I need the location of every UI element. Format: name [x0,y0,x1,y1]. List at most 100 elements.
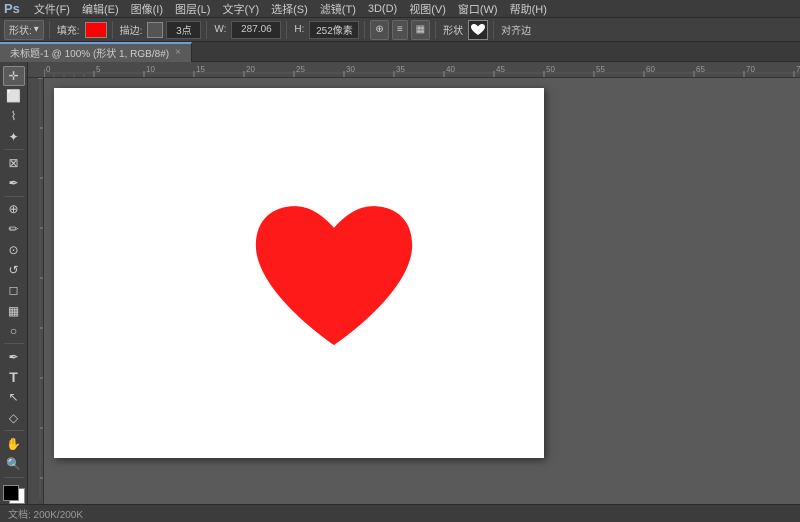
shape-label: 形状 [441,22,465,37]
status-bar: 文档: 200K/200K [0,504,800,522]
separator [49,21,50,39]
document-tab[interactable]: 未标题-1 @ 100% (形状 1, RGB/8#) × [0,42,192,62]
canvas-container [44,78,800,504]
menu-3d[interactable]: 3D(D) [362,2,403,16]
heart-shape-icon [470,23,486,37]
menu-file[interactable]: 文件(F) [28,0,76,18]
svg-text:65: 65 [696,65,705,74]
menu-text[interactable]: 文字(Y) [216,0,265,18]
tool-separator [4,149,24,150]
hand-tool[interactable]: ✋ [3,434,25,453]
main-area: ✛ ⬜ ⌇ ✦ ⊠ ✒ ⊕ ✏ ⊙ ↺ ◻ ▦ ○ ✒ T ↖ ◇ ✋ 🔍 [0,62,800,504]
shape-selector-btn[interactable] [468,20,488,40]
svg-text:75: 75 [796,65,800,74]
height-label: H: [292,24,306,35]
align-edge-label: 对齐边 [499,22,533,37]
shape-tool-btn[interactable]: 形状: ▾ [4,20,44,40]
fill-label: 填充: [55,22,82,37]
svg-text:70: 70 [746,65,755,74]
select-rect-tool[interactable]: ⬜ [3,87,25,106]
heart-svg [247,197,422,362]
tool-separator [4,343,24,344]
svg-text:20: 20 [246,65,255,74]
eyedropper-tool[interactable]: ✒ [3,173,25,192]
menu-help[interactable]: 帮助(H) [504,0,553,18]
separator [493,21,494,39]
height-input[interactable] [309,21,359,39]
svg-text:40: 40 [446,65,455,74]
zoom-tool[interactable]: 🔍 [3,455,25,474]
ruler-top: 0 5 10 15 20 25 30 35 40 [28,62,800,78]
color-picker[interactable] [3,485,25,504]
clone-tool[interactable]: ⊙ [3,240,25,259]
tool-separator [4,477,24,478]
menu-view[interactable]: 视图(V) [403,0,452,18]
menu-edit[interactable]: 编辑(E) [76,0,125,18]
svg-text:25: 25 [296,65,305,74]
menu-select[interactable]: 选择(S) [265,0,314,18]
separator [206,21,207,39]
stroke-color-swatch[interactable] [147,22,163,38]
gradient-tool[interactable]: ▦ [3,301,25,320]
separator [435,21,436,39]
menu-window[interactable]: 窗口(W) [452,0,504,18]
menu-filter[interactable]: 滤镜(T) [314,0,362,18]
canvas-scroll [28,78,800,504]
text-tool[interactable]: T [3,368,25,387]
tab-close-btn[interactable]: × [175,47,181,58]
align-btn[interactable]: ≡ [392,20,408,40]
separator [112,21,113,39]
tab-bar: 未标题-1 @ 100% (形状 1, RGB/8#) × [0,42,800,62]
svg-text:35: 35 [396,65,405,74]
foreground-color[interactable] [3,485,19,501]
crop-tool[interactable]: ⊠ [3,153,25,172]
document-canvas[interactable] [54,88,544,458]
fill-color-swatch[interactable] [85,22,107,38]
svg-text:50: 50 [546,65,555,74]
tool-separator [4,430,24,431]
ruler-left [28,78,44,504]
menu-layer[interactable]: 图层(L) [169,0,216,18]
shape-tool-label: 形状: [9,22,32,37]
quick-select-tool[interactable]: ✦ [3,127,25,146]
move-tool[interactable]: ✛ [3,66,25,86]
canvas-area: 0 5 10 15 20 25 30 35 40 [28,62,800,504]
separator [286,21,287,39]
stroke-label: 描边: [118,22,145,37]
dodge-tool[interactable]: ○ [3,321,25,340]
menu-bar: Ps 文件(F) 编辑(E) 图像(I) 图层(L) 文字(Y) 选择(S) 滤… [0,0,800,18]
stroke-width-input[interactable] [166,21,201,39]
chevron-down-icon: ▾ [34,24,39,35]
svg-text:10: 10 [146,65,155,74]
history-brush-tool[interactable]: ↺ [3,260,25,279]
menu-image[interactable]: 图像(I) [125,0,169,18]
pen-tool[interactable]: ✒ [3,347,25,366]
tool-separator [4,196,24,197]
ruler-left-marks [28,78,43,498]
heart-layer [247,197,422,365]
options-toolbar: 形状: ▾ 填充: 描边: W: H: ⊕ ≡ ▦ 形状 对齐边 [0,18,800,42]
heal-tool[interactable]: ⊕ [3,200,25,219]
heart-path [256,206,412,345]
ruler-corner [28,62,44,78]
brush-tool[interactable]: ✏ [3,220,25,239]
toolbox: ✛ ⬜ ⌇ ✦ ⊠ ✒ ⊕ ✏ ⊙ ↺ ◻ ▦ ○ ✒ T ↖ ◇ ✋ 🔍 [0,62,28,504]
svg-text:55: 55 [596,65,605,74]
status-info: 文档: 200K/200K [8,506,83,521]
svg-text:30: 30 [346,65,355,74]
lasso-tool[interactable]: ⌇ [3,107,25,126]
width-input[interactable] [231,21,281,39]
svg-text:60: 60 [646,65,655,74]
width-label: W: [212,24,228,35]
svg-text:15: 15 [196,65,205,74]
ruler-top-marks: 0 5 10 15 20 25 30 35 40 [44,62,800,77]
path-ops-btn[interactable]: ▦ [411,20,430,40]
svg-text:5: 5 [96,65,101,74]
separator [364,21,365,39]
path-select-tool[interactable]: ↖ [3,388,25,407]
app-logo: Ps [4,1,20,16]
eraser-tool[interactable]: ◻ [3,281,25,300]
svg-text:0: 0 [46,65,51,74]
transform-btn[interactable]: ⊕ [370,20,388,40]
shape-tool[interactable]: ◇ [3,408,25,427]
